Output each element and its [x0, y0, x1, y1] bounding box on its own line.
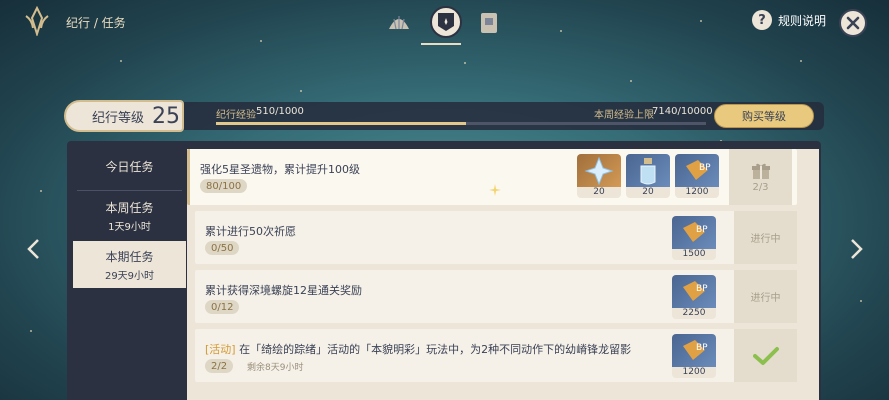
task-title: 累计进行50次祈愿	[205, 225, 296, 238]
task-row[interactable]: 累计获得深境螺旋12星通关奖励 0/12 BP 2250 进行中	[195, 270, 797, 323]
exp-value: 510/1000	[256, 106, 304, 117]
help-icon: ?	[752, 10, 772, 30]
event-tag: [活动]	[205, 343, 236, 356]
reward-item[interactable]: 20	[577, 154, 621, 198]
reward-qty: 1500	[672, 249, 716, 260]
task-title: 累计获得深境螺旋12星通关奖励	[205, 284, 362, 297]
task-title: [活动] 在「绮绘的踪绪」活动的「本貌明彩」玩法中，为2种不同动作下的幼嵴锋龙留…	[205, 341, 631, 357]
task-status: 进行中	[734, 270, 797, 323]
reward-qty: 20	[626, 187, 670, 198]
mission-badge-icon	[438, 13, 454, 31]
reward-qty: 1200	[672, 367, 716, 378]
level-bar: 纪行等级 25 纪行经验 510/1000 本周经验上限 7140/10000 …	[64, 100, 824, 132]
tab-missions[interactable]	[430, 6, 462, 38]
sidebar-tab-weekly[interactable]: 本周任务 1天9小时	[73, 192, 186, 239]
missions-panel: 今日任务 本周任务 1天9小时 本期任务 29天9小时 强化5星圣遗物，累计提升…	[67, 141, 821, 400]
exp-label: 纪行经验	[216, 110, 256, 121]
exp-progress-fill	[216, 122, 466, 125]
close-button[interactable]	[839, 9, 867, 37]
buy-level-button[interactable]: 购买等级	[714, 104, 814, 128]
task-progress: 2/2	[205, 359, 234, 373]
reward-item[interactable]: BP 1500	[672, 216, 716, 260]
task-progress: 0/50	[205, 241, 240, 255]
gift-box-icon	[751, 163, 770, 179]
bp-exp-icon: BP	[672, 275, 716, 309]
checkmark-icon	[752, 346, 779, 365]
close-icon	[846, 16, 860, 30]
top-tabs	[384, 5, 510, 45]
reward-item[interactable]: 20	[626, 154, 670, 198]
svg-text:BP: BP	[696, 343, 708, 353]
shell-icon	[389, 16, 409, 30]
chevron-left-icon	[27, 239, 39, 259]
rules-button[interactable]: ? 规则说明	[752, 10, 826, 30]
battle-pass-logo-icon	[22, 5, 52, 38]
cursor-sparkle-icon	[489, 181, 501, 200]
reward-item[interactable]: BP 2250	[672, 275, 716, 319]
sidebar-tab-title: 今日任务	[105, 160, 154, 174]
status-count: 2/3	[752, 181, 769, 193]
task-list: 强化5星圣遗物，累计提升100级 80/100 20 20 BP 1200 2/…	[187, 149, 819, 400]
weekly-cap-label: 本周经验上限	[594, 110, 654, 121]
breadcrumb: 纪行 / 任务	[66, 16, 126, 30]
rules-label: 规则说明	[778, 13, 827, 28]
crystal-star-icon	[577, 154, 621, 188]
task-remaining-time: 剩余8天9小时	[247, 363, 304, 373]
task-progress: 0/12	[205, 300, 240, 314]
reward-qty: 2250	[672, 308, 716, 319]
task-status[interactable]: 2/3	[729, 149, 792, 205]
task-progress: 80/100	[200, 179, 248, 193]
exp-progress-track	[216, 122, 706, 125]
task-row[interactable]: 累计进行50次祈愿 0/50 BP 1500 进行中	[195, 211, 797, 264]
sidebar-tab-title: 本周任务	[105, 200, 154, 215]
prev-page-arrow[interactable]	[26, 238, 42, 260]
next-page-arrow[interactable]	[848, 238, 864, 260]
reward-item[interactable]: BP 1200	[672, 334, 716, 378]
reward-item[interactable]: BP 1200	[675, 154, 719, 198]
level-label: 纪行等级	[92, 110, 145, 126]
reward-qty: 20	[577, 187, 621, 198]
task-status	[734, 329, 797, 382]
sidebar-tab-season[interactable]: 本期任务 29天9小时	[73, 241, 186, 288]
sidebar-tab-timer: 1天9小时	[108, 221, 151, 233]
potion-bottle-icon	[626, 154, 670, 188]
sidebar-tab-title: 本期任务	[105, 249, 154, 264]
svg-text:BP: BP	[696, 225, 708, 235]
tab-rewards[interactable]	[384, 8, 414, 38]
weekly-cap-value: 7140/10000	[652, 106, 713, 117]
task-title: 强化5星圣遗物，累计提升100级	[200, 163, 360, 176]
level-value: 25	[152, 103, 181, 129]
reward-qty: 1200	[675, 187, 719, 198]
sidebar-divider	[77, 190, 182, 191]
exp-strip: 纪行经验 510/1000 本周经验上限 7140/10000 购买等级	[184, 102, 824, 130]
chevron-right-icon	[851, 239, 863, 259]
task-title-text: 在「绮绘的踪绪」活动的「本貌明彩」玩法中，为2种不同动作下的幼嵴锋龙留影	[239, 343, 632, 356]
bp-exp-icon: BP	[672, 334, 716, 368]
active-tab-indicator	[421, 43, 461, 45]
gift-card-icon	[481, 13, 497, 33]
task-row[interactable]: [活动] 在「绮绘的踪绪」活动的「本貌明彩」玩法中，为2种不同动作下的幼嵴锋龙留…	[195, 329, 797, 382]
sidebar-tab-daily[interactable]: 今日任务	[73, 143, 186, 190]
level-badge: 纪行等级 25	[64, 100, 184, 132]
svg-text:BP: BP	[699, 163, 711, 173]
svg-text:BP: BP	[696, 284, 708, 294]
tab-shop[interactable]	[474, 8, 504, 38]
bp-exp-icon: BP	[672, 216, 716, 250]
sidebar-tab-timer: 29天9小时	[104, 270, 155, 282]
top-bar: 纪行 / 任务 ? 规则说明	[0, 0, 889, 46]
task-status: 进行中	[734, 211, 797, 264]
bp-exp-icon: BP	[675, 154, 719, 188]
